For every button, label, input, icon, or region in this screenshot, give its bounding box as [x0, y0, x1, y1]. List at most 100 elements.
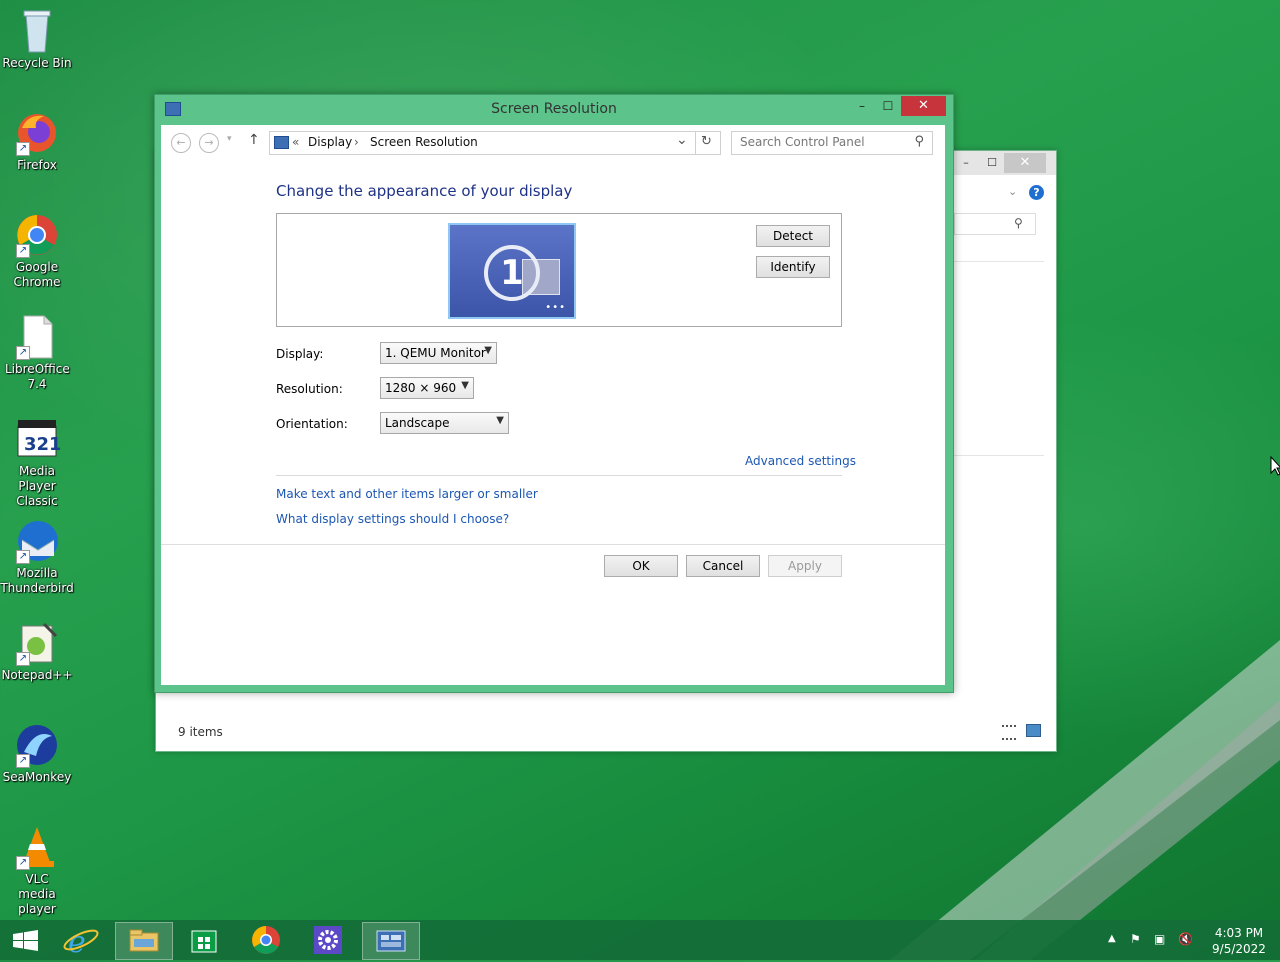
- taskbar: e ▲ ⚑ ▣ 🔇 4:03 PM 9/5/2022: [0, 920, 1280, 960]
- apply-button[interactable]: Apply: [768, 555, 842, 577]
- shortcut-arrow-icon: ↗: [16, 652, 30, 666]
- address-bar[interactable]: « Display › Screen Resolution ⌄ ↻: [269, 131, 721, 155]
- action-center-flag-icon[interactable]: ⚑: [1130, 932, 1141, 946]
- resolution-select[interactable]: 1280 × 960 ▼: [380, 377, 474, 399]
- divider: [276, 475, 842, 476]
- taskbar-internet-explorer[interactable]: e: [54, 922, 110, 960]
- media-player-icon: 321: [14, 416, 62, 462]
- shortcut-arrow-icon: ↗: [16, 244, 30, 258]
- desktop-icon-firefox[interactable]: ↗ Firefox: [0, 110, 74, 173]
- large-icons-view-icon[interactable]: [1026, 724, 1041, 737]
- desktop-icon-label: Media Player Classic: [16, 464, 58, 508]
- window-title: Screen Resolution: [491, 101, 617, 117]
- breadcrumb-display[interactable]: Display: [308, 135, 352, 149]
- search-input[interactable]: [732, 132, 918, 152]
- divider: [695, 132, 696, 154]
- minimize-button[interactable]: –: [952, 153, 980, 173]
- advanced-settings-link[interactable]: Advanced settings: [745, 454, 856, 468]
- taskbar-file-explorer[interactable]: [115, 922, 173, 960]
- maximize-button[interactable]: ☐: [875, 97, 901, 117]
- screen-resolution-window[interactable]: Screen Resolution – ☐ ✕ ← → ▾ ↑ « Displa…: [154, 94, 954, 693]
- shortcut-arrow-icon: ↗: [16, 142, 30, 156]
- divider: [954, 261, 1044, 262]
- ok-button[interactable]: OK: [604, 555, 678, 577]
- identify-button[interactable]: Identify: [756, 256, 830, 278]
- resolution-label: Resolution:: [276, 382, 343, 396]
- resolution-select-value: 1280 × 960: [385, 381, 457, 395]
- help-icon[interactable]: ?: [1029, 185, 1044, 200]
- address-dropdown-icon[interactable]: ⌄: [676, 132, 688, 148]
- cancel-button[interactable]: Cancel: [686, 555, 760, 577]
- back-arrow-icon[interactable]: ←: [171, 133, 191, 153]
- text-size-link[interactable]: Make text and other items larger or smal…: [276, 487, 538, 501]
- document-icon: ↗: [14, 314, 60, 360]
- control-panel-icon: [376, 930, 406, 952]
- chrome-icon: ↗: [14, 212, 60, 258]
- forward-arrow-icon[interactable]: →: [199, 133, 219, 153]
- monitor-1-tile[interactable]: 1 •••: [448, 223, 576, 319]
- display-select[interactable]: 1. QEMU Monitor ▼: [380, 342, 497, 364]
- volume-muted-icon[interactable]: 🔇: [1178, 932, 1193, 946]
- up-arrow-icon[interactable]: ↑: [248, 132, 260, 148]
- desktop-icon-vlc[interactable]: ↗ VLC media player: [0, 824, 74, 917]
- internet-explorer-icon: e: [63, 925, 99, 960]
- chevron-down-icon: ▼: [496, 415, 504, 426]
- notepadpp-icon: ↗: [14, 620, 60, 666]
- page-heading: Change the appearance of your display: [276, 182, 573, 200]
- display-settings-help-link[interactable]: What display settings should I choose?: [276, 512, 509, 526]
- search-input[interactable]: [954, 213, 1036, 235]
- display-arrangement-panel: 1 ••• Detect Identify: [276, 213, 842, 327]
- chevron-down-icon: ▼: [461, 380, 469, 391]
- taskbar-store[interactable]: [176, 922, 232, 958]
- details-view-icon[interactable]: [1002, 725, 1016, 740]
- seamonkey-icon: ↗: [14, 722, 60, 768]
- clock[interactable]: 4:03 PM 9/5/2022: [1206, 925, 1272, 957]
- status-bar-text: 9 items: [178, 725, 223, 739]
- control-panel-icon: [274, 136, 289, 149]
- taskbar-screen-resolution[interactable]: [362, 922, 420, 960]
- recent-locations-icon[interactable]: ▾: [227, 134, 232, 144]
- close-button[interactable]: ✕: [1004, 153, 1046, 173]
- start-button[interactable]: [0, 922, 56, 958]
- desktop-icon-label: Mozilla Thunderbird: [0, 566, 74, 595]
- maximize-button[interactable]: ☐: [978, 153, 1006, 173]
- mouse-cursor-icon: [1270, 456, 1280, 476]
- desktop-icon-label: LibreOffice 7.4: [5, 362, 70, 391]
- search-box[interactable]: ⚲: [731, 131, 933, 155]
- desktop-icon-media-player-classic[interactable]: 321 Media Player Classic: [0, 416, 74, 509]
- taskbar-settings[interactable]: [300, 922, 356, 958]
- minimize-button[interactable]: –: [849, 97, 875, 117]
- folder-icon: [129, 929, 159, 952]
- breadcrumb-screen-resolution[interactable]: Screen Resolution: [370, 135, 478, 149]
- window-content: ← → ▾ ↑ « Display › Screen Resolution ⌄ …: [161, 125, 945, 685]
- desktop-icon-thunderbird[interactable]: ↗ Mozilla Thunderbird: [0, 518, 74, 596]
- divider: [161, 544, 945, 545]
- gear-icon: [314, 926, 342, 954]
- close-button[interactable]: ✕: [901, 96, 946, 116]
- detect-button[interactable]: Detect: [756, 225, 830, 247]
- show-hidden-icons-icon[interactable]: ▲: [1108, 933, 1116, 944]
- taskbar-chrome[interactable]: [238, 922, 294, 958]
- network-icon[interactable]: ▣: [1154, 932, 1165, 946]
- breadcrumb-arrow-icon[interactable]: ›: [354, 135, 359, 149]
- thunderbird-icon: ↗: [14, 518, 60, 564]
- desktop-icon-chrome[interactable]: ↗ Google Chrome: [0, 212, 74, 290]
- refresh-icon[interactable]: ↻: [701, 134, 712, 149]
- recycle-bin-icon: [14, 8, 60, 54]
- orientation-select[interactable]: Landscape ▼: [380, 412, 509, 434]
- monitor-dots-icon: •••: [545, 302, 566, 313]
- clock-time: 4:03 PM: [1214, 926, 1264, 940]
- chevron-down-icon[interactable]: ⌄: [1008, 185, 1017, 198]
- desktop-icon-libreoffice[interactable]: ↗ LibreOffice 7.4: [0, 314, 74, 392]
- svg-text:321: 321: [24, 434, 60, 455]
- orientation-select-value: Landscape: [385, 416, 450, 430]
- desktop-icon-label: Recycle Bin: [2, 56, 72, 70]
- shortcut-arrow-icon: ↗: [16, 550, 30, 564]
- desktop-icon-seamonkey[interactable]: ↗ SeaMonkey: [0, 722, 74, 785]
- orientation-label: Orientation:: [276, 417, 348, 431]
- desktop-icon-recycle-bin[interactable]: Recycle Bin: [0, 8, 74, 71]
- display-select-value: 1. QEMU Monitor: [385, 346, 486, 360]
- desktop-icon-notepadpp[interactable]: ↗ Notepad++: [0, 620, 74, 683]
- firefox-icon: ↗: [14, 110, 60, 156]
- breadcrumb-overflow[interactable]: «: [292, 135, 299, 149]
